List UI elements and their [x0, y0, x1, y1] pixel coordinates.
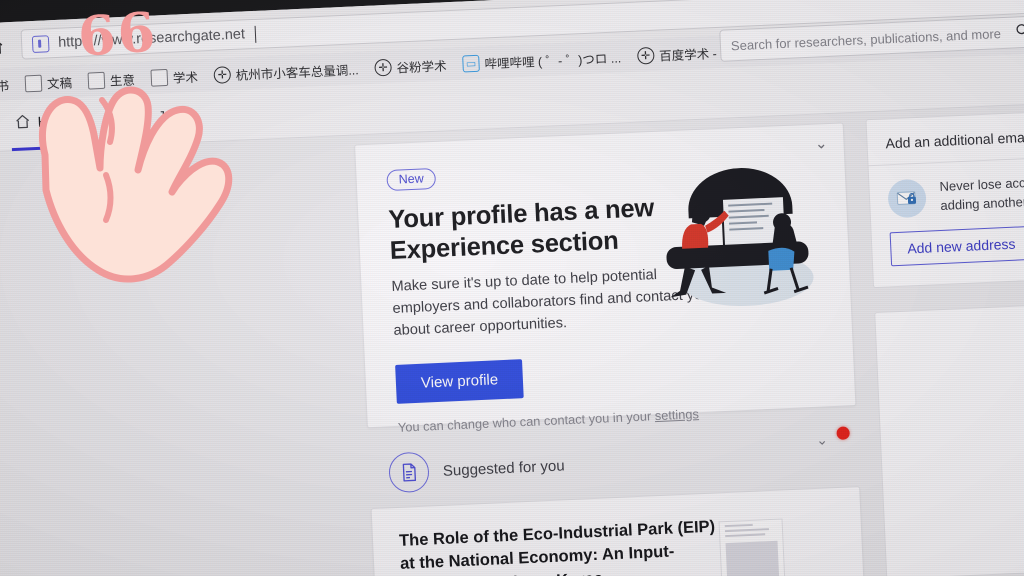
card-footer-text: You can change who can contact you in yo…: [397, 408, 656, 435]
home-icon[interactable]: [0, 32, 8, 59]
folder-icon: [24, 74, 43, 92]
bookmark-label: 文稿: [46, 75, 73, 91]
globe-icon: ✛: [374, 58, 392, 77]
people-presenting-illustration: [647, 164, 834, 322]
secondary-rail-card: [874, 300, 1024, 576]
search-icon[interactable]: [1014, 21, 1024, 43]
bookmark-label: 谷粉学术: [396, 58, 447, 76]
document-icon: [388, 451, 430, 494]
browser-window: 大学 Web ✕ E ScienceDirect.com | Science ✕…: [0, 0, 1024, 576]
folder-icon: [87, 71, 106, 90]
photographed-screen: 大学 Web ✕ E ScienceDirect.com | Science ✕…: [0, 0, 1024, 576]
bookmark-label: 哔哩哔哩 ( ゜- ゜)つロ ...: [484, 50, 622, 72]
search-placeholder: Search for researchers, publications, an…: [730, 25, 1002, 53]
site-info-icon[interactable]: [31, 34, 50, 53]
settings-link[interactable]: settings: [654, 406, 699, 423]
nav-item-label: Jobs: [157, 108, 190, 126]
bookmark-folder-wengao[interactable]: 文稿: [24, 72, 73, 93]
right-rail: Add an additional email address: [865, 107, 1024, 576]
bookmark-bilibili[interactable]: ▭ 哔哩哔哩 ( ゜- ゜)つロ ...: [462, 47, 622, 73]
card-body: Never lose access to yo adding another e…: [939, 173, 1024, 213]
globe-icon: ✛: [213, 65, 232, 84]
bookmark-label: 杭州市小客车总量调...: [235, 62, 359, 83]
chevron-down-icon[interactable]: ⌄: [816, 431, 828, 449]
view-profile-button[interactable]: View profile: [395, 359, 525, 404]
nav-item-jobs[interactable]: Jobs: [158, 108, 189, 127]
nav-item-home[interactable]: H: [14, 112, 49, 135]
bookmark-label: 生意: [109, 72, 136, 89]
paper-thumbnail: [718, 518, 787, 576]
folder-icon: [150, 68, 169, 87]
globe-icon: ✛: [636, 46, 655, 65]
text-caret: [254, 25, 257, 43]
new-experience-card: ⌄ New Your profile has a new Experience …: [354, 122, 857, 435]
bookmark-wifi[interactable]: WiFi传书: [0, 75, 9, 97]
bookmark-hangzhou[interactable]: ✛ 杭州市小客车总量调...: [213, 59, 359, 85]
elsevier-icon: E: [41, 0, 59, 2]
bookmark-label: 学术: [172, 70, 199, 86]
bookmark-label: WiFi传书: [0, 78, 10, 95]
card-title: Add an additional email address: [885, 126, 1024, 152]
suggested-label: Suggested for you: [442, 456, 565, 480]
bookmark-folder-xueshu[interactable]: 学术: [150, 66, 198, 87]
chevron-down-icon[interactable]: ⌄: [815, 135, 828, 153]
suggested-header: Suggested for you: [368, 432, 859, 494]
article-title: The Role of the Eco-Industrial Park (EIP…: [398, 517, 716, 576]
url-text: https://www.researchgate.net: [57, 26, 246, 51]
add-new-address-button[interactable]: Add new address: [889, 225, 1024, 267]
email-lock-icon: [887, 178, 927, 219]
bookmark-folder-shengyi[interactable]: 生意: [87, 69, 135, 90]
home-icon: [14, 113, 31, 134]
nav-item-label: H: [37, 114, 49, 131]
status-badge: New: [386, 167, 437, 192]
suggested-section: ⌄ Suggested for you The Role of the Eco-…: [368, 426, 869, 576]
tab-label: 大学 Web: [0, 0, 10, 10]
article-card[interactable]: The Role of the Eco-Industrial Park (EIP…: [370, 485, 869, 576]
bookmark-gufen[interactable]: ✛ 谷粉学术: [374, 55, 447, 77]
feed-column: ⌄ New Your profile has a new Experience …: [354, 122, 869, 576]
divider: [868, 153, 1024, 167]
card-footer: You can change who can contact you in yo…: [397, 400, 826, 435]
add-email-card: Add an additional email address: [865, 107, 1024, 289]
researchgate-page: H Jobs Search for researchers, publicati…: [0, 15, 1024, 576]
bilibili-icon: ▭: [462, 54, 480, 73]
